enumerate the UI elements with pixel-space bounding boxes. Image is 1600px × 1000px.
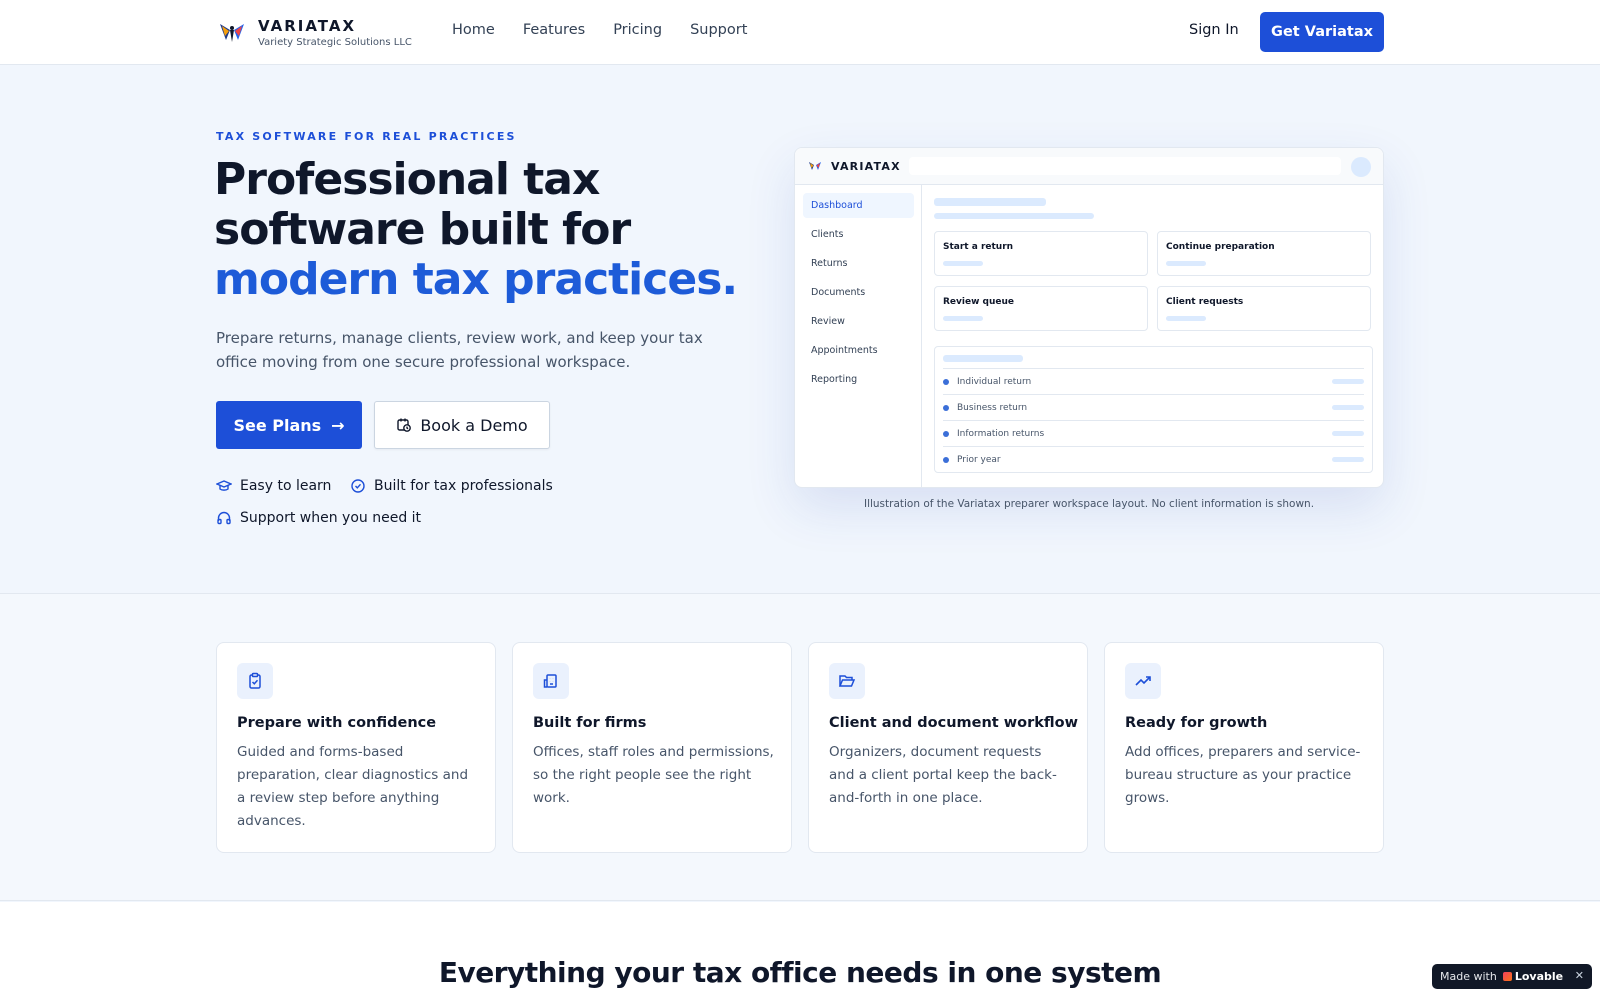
list-item: Business return [943,394,1364,420]
avatar [1351,157,1371,177]
main-nav: Home Features Pricing Support [452,22,775,38]
brand-logo[interactable]: VARIATAX Variety Strategic Solutions LLC [216,16,412,48]
mock-card: Review queue [934,286,1148,331]
clipboard-check-icon [249,672,261,689]
feature-label: Easy to learn [240,478,332,494]
feature-label: Support when you need it [240,510,422,526]
feature-label: Built for tax professionals [374,478,553,494]
mock-card: Start a return [934,231,1148,276]
book-demo-label: Book a Demo [420,415,528,435]
feature-support: Support when you need it [216,510,421,526]
headphones-icon [217,511,231,525]
mock-main-area: Start a return Continue preparation Revi… [922,185,1383,487]
sign-in-link[interactable]: Sign In [1189,22,1239,38]
see-plans-label: See Plans [233,415,322,435]
see-plans-button[interactable]: See Plans → [216,401,362,449]
mock-card-title: Continue preparation [1166,242,1275,252]
badge-check-icon [351,479,365,493]
mock-sidebar-item-dashboard: Dashboard [803,193,914,218]
book-demo-button[interactable]: Book a Demo [374,401,550,449]
mock-sidebar-item-documents: Documents [811,287,866,298]
trending-up-icon [1135,676,1151,686]
feature-card-description: Offices, staff roles and permissions, so… [533,744,774,806]
mock-card-title: Review queue [943,297,1015,307]
mock-sidebar-item-reporting: Reporting [811,374,858,385]
list-item-label: Business return [957,402,1028,413]
feature-card-growth: Ready for growth Add offices, preparers … [1104,642,1384,853]
workspace-illustration: VARIATAX Dashboard Clients Returns Docum… [794,147,1384,488]
list-item-label: Prior year [957,454,1001,465]
mock-brand: VARIATAX [807,158,901,174]
close-icon[interactable]: ✕ [1575,969,1584,982]
mock-sidebar-item-returns: Returns [811,258,848,269]
mock-card-title: Client requests [1166,297,1244,307]
nav-support[interactable]: Support [690,22,747,38]
building-icon [543,674,557,688]
mock-brand-name: VARIATAX [831,159,901,173]
mock-sidebar-item-appointments: Appointments [811,345,878,356]
feature-card-description: Guided and forms-based preparation, clea… [237,744,469,829]
brand-name: VARIATAX [258,16,357,35]
hero-eyebrow: TAX SOFTWARE FOR REAL PRACTICES [216,130,517,143]
mock-search-bar [909,157,1341,175]
nav-home[interactable]: Home [452,22,495,38]
list-item-label: Information returns [957,428,1045,439]
feature-card-title: Built for firms [533,715,647,731]
section-title: Everything your tax office needs in one … [438,956,1162,989]
feature-card-title: Client and document workflow [829,715,1079,731]
feature-card-prepare: Prepare with confidence Guided and forms… [216,642,496,853]
mock-list: Individual return Business return Inform… [934,346,1373,473]
feature-card-workflow: Client and document workflow Organizers,… [808,642,1088,853]
feature-icon-box [829,663,865,699]
nav-pricing[interactable]: Pricing [613,22,662,38]
feature-icon-box [533,663,569,699]
list-item: Prior year [943,446,1364,472]
feature-card-title: Prepare with confidence [237,715,437,731]
mock-topbar: VARIATAX [795,148,1383,185]
feature-card-description: Organizers, document requests and a clie… [829,744,1057,806]
feature-icon-box [1125,663,1161,699]
list-item: Individual return [943,368,1364,394]
nav-features[interactable]: Features [523,22,585,38]
mock-sidebar-item-clients: Clients [811,229,844,240]
mock-card: Client requests [1157,286,1371,331]
list-item: Information returns [943,420,1364,446]
hero-title: Professional tax software built for mode… [214,155,774,305]
badge-text: Made with [1440,970,1497,983]
feature-card-firms: Built for firms Offices, staff roles and… [512,642,792,853]
feature-card-title: Ready for growth [1125,715,1268,731]
lovable-label: Lovable [1514,970,1564,983]
feature-built-for-pros: Built for tax professionals [350,478,553,494]
calendar-clock-icon [397,418,412,432]
folder-open-icon [838,675,856,687]
skeleton-subheading [934,213,1094,219]
mock-sidebar-item-review: Review [811,316,845,327]
feature-card-description: Add offices, preparers and service-burea… [1125,744,1361,806]
graduation-cap-icon [216,480,232,491]
brand-logo-icon [809,162,821,170]
arrow-right-icon: → [331,415,345,435]
mock-card-title: Start a return [943,242,1014,252]
illustration-caption: Illustration of the Variatax preparer wo… [863,498,1315,510]
skeleton-list-heading [943,355,1023,362]
get-variatax-button[interactable]: Get Variatax [1260,12,1384,52]
heart-icon [1502,972,1512,981]
feature-icon-box [237,663,273,699]
list-item-label: Individual return [957,376,1032,387]
brand-subtitle: Variety Strategic Solutions LLC [258,36,412,48]
feature-easy-to-learn: Easy to learn [216,478,331,494]
mock-sidebar: Dashboard Clients Returns Documents Revi… [795,185,922,487]
made-with-lovable-badge[interactable]: Made with Lovable ✕ [1432,964,1592,989]
lovable-logo: Lovable [1502,970,1564,983]
site-header: VARIATAX Variety Strategic Solutions LLC… [0,0,1600,65]
hero-lead: Prepare returns, manage clients, review … [216,329,703,371]
hero-title-accent: modern tax practices. [214,254,738,305]
mock-card: Continue preparation [1157,231,1371,276]
skeleton-heading [934,198,1046,206]
hero-title-main: Professional tax software built for [214,154,631,255]
brand-logo-icon [220,24,244,42]
